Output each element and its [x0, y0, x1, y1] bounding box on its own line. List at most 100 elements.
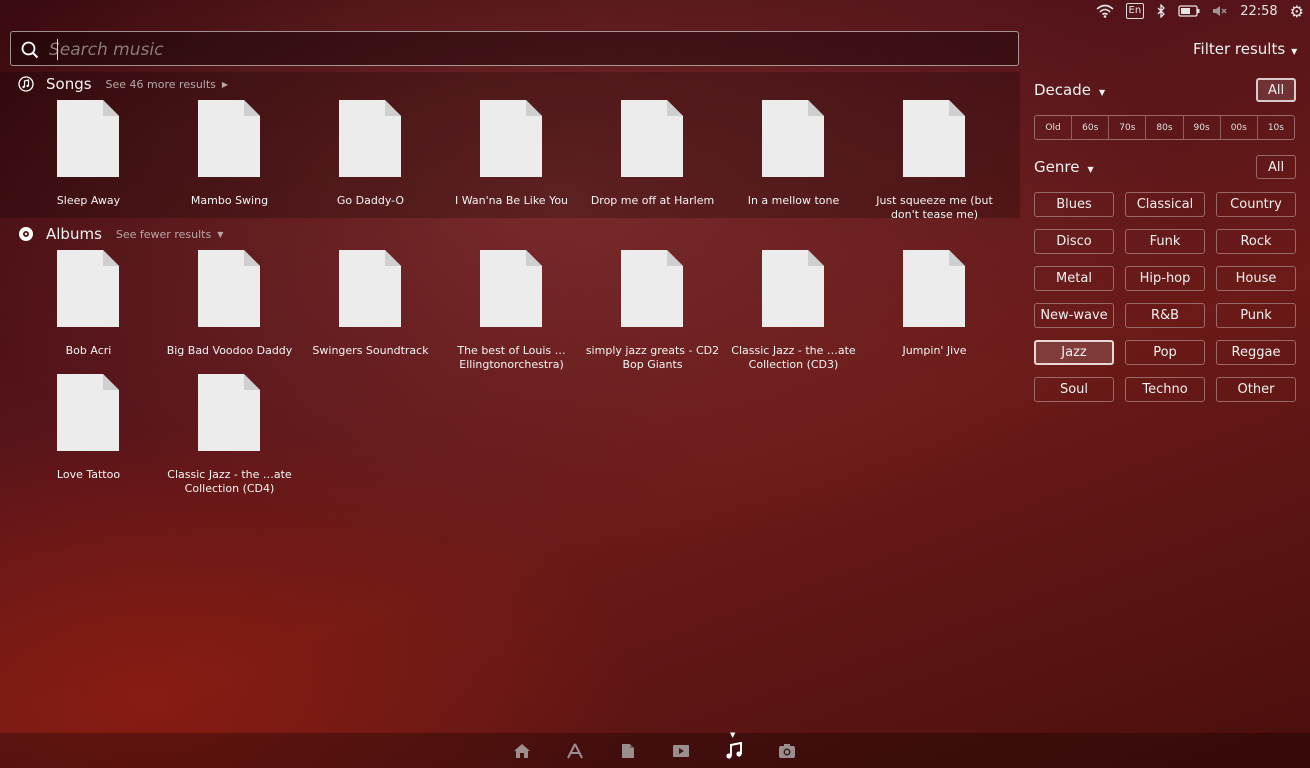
song-title: Just squeeze me (but don't tease me): [876, 194, 993, 221]
genre-option[interactable]: Funk: [1125, 229, 1205, 254]
decade-option[interactable]: 80s: [1146, 116, 1184, 139]
file-icon: [480, 100, 542, 177]
music-note-icon: [18, 76, 34, 92]
genre-option[interactable]: Classical: [1125, 192, 1205, 217]
dropdown-arrow-icon: ▼: [1087, 165, 1094, 174]
battery-icon[interactable]: [1178, 5, 1200, 17]
genre-option[interactable]: Punk: [1216, 303, 1296, 328]
genre-option[interactable]: Reggae: [1216, 340, 1296, 365]
song-title: Drop me off at Harlem: [590, 194, 715, 207]
file-icon: [621, 100, 683, 177]
decade-option[interactable]: 00s: [1221, 116, 1258, 139]
file-icon: [762, 250, 824, 327]
genre-option[interactable]: Disco: [1034, 229, 1114, 254]
video-icon[interactable]: [672, 742, 690, 760]
album-title: The best of Louis … Ellingtonorchestra): [457, 344, 566, 371]
bluetooth-icon[interactable]: [1156, 4, 1166, 18]
decade-option[interactable]: 90s: [1184, 116, 1221, 139]
decade-option[interactable]: 60s: [1072, 116, 1110, 139]
file-icon: [198, 374, 260, 451]
files-icon[interactable]: [619, 742, 637, 760]
decade-option[interactable]: 70s: [1109, 116, 1147, 139]
disc-icon: [18, 226, 34, 242]
search-input[interactable]: [47, 36, 1011, 64]
wifi-icon[interactable]: [1096, 4, 1114, 18]
genre-option[interactable]: Blues: [1034, 192, 1114, 217]
file-icon: [198, 100, 260, 177]
file-icon: [57, 374, 119, 451]
genre-option[interactable]: House: [1216, 266, 1296, 291]
file-icon: [198, 250, 260, 327]
dropdown-arrow-icon: ▼: [1291, 47, 1298, 56]
file-icon: [339, 100, 401, 177]
search-icon: [21, 41, 39, 59]
albums-title: Albums: [46, 225, 102, 243]
gear-icon[interactable]: ⚙: [1290, 2, 1304, 21]
home-icon[interactable]: [513, 742, 531, 760]
song-title: Mambo Swing: [190, 194, 269, 207]
filter-results-label: Filter results: [1193, 40, 1286, 58]
file-icon: [621, 250, 683, 327]
genre-option[interactable]: Country: [1216, 192, 1296, 217]
genre-option[interactable]: New-wave: [1034, 303, 1114, 328]
see-fewer-results-link[interactable]: See fewer results: [116, 228, 211, 241]
genre-option[interactable]: R&B: [1125, 303, 1205, 328]
genre-filter-label[interactable]: Genre ▼: [1034, 158, 1094, 176]
album-title: Love Tattoo: [56, 468, 121, 481]
expand-arrow-icon[interactable]: ▶: [222, 80, 228, 89]
filter-results-toggle[interactable]: Filter results ▼: [1193, 40, 1297, 58]
genre-option[interactable]: Metal: [1034, 266, 1114, 291]
see-more-results-link[interactable]: See 46 more results: [106, 78, 216, 91]
album-title: Bob Acri: [65, 344, 112, 357]
file-icon: [762, 100, 824, 177]
album-title: Classic Jazz - the …ate Collection (CD4): [167, 468, 292, 495]
genre-label: Genre: [1034, 158, 1080, 176]
collapse-arrow-icon[interactable]: ▼: [217, 230, 223, 239]
genre-option[interactable]: Rock: [1216, 229, 1296, 254]
file-icon: [903, 250, 965, 327]
dropdown-arrow-icon: ▼: [1098, 88, 1106, 97]
song-title: I Wan'na Be Like You: [454, 194, 569, 207]
genre-all-button[interactable]: All: [1256, 155, 1296, 179]
file-icon: [480, 250, 542, 327]
file-icon: [339, 250, 401, 327]
active-lens-indicator: ▼: [730, 731, 736, 739]
file-icon: [57, 250, 119, 327]
genre-option[interactable]: Other: [1216, 377, 1296, 402]
album-title: Big Bad Voodoo Daddy: [166, 344, 293, 357]
song-title: Go Daddy-O: [336, 194, 405, 207]
genre-option[interactable]: Hip-hop: [1125, 266, 1205, 291]
top-panel: En 22:58 ⚙: [0, 0, 1310, 22]
lens-bar: ▼: [0, 731, 1310, 768]
decade-option[interactable]: Old: [1035, 116, 1073, 139]
song-title: Sleep Away: [56, 194, 121, 207]
decade-filter-label[interactable]: Decade ▼: [1034, 81, 1105, 99]
decade-all-button[interactable]: All: [1256, 78, 1296, 102]
decade-option[interactable]: 10s: [1258, 116, 1294, 139]
album-title: simply jazz greats - CD2 Bop Giants: [585, 344, 720, 371]
genre-option[interactable]: Soul: [1034, 377, 1114, 402]
genre-option-selected[interactable]: Jazz: [1034, 340, 1114, 365]
songs-category-header: Songs See 46 more results ▶: [18, 73, 228, 95]
clock[interactable]: 22:58: [1240, 4, 1277, 19]
keyboard-layout-indicator[interactable]: En: [1125, 3, 1145, 19]
album-title: Jumpin' Jive: [902, 344, 967, 357]
album-title: Swingers Soundtrack: [312, 344, 429, 357]
photos-icon[interactable]: [778, 742, 796, 760]
song-title: In a mellow tone: [747, 194, 840, 207]
search-bar: [10, 31, 1019, 66]
volume-muted-icon[interactable]: [1212, 5, 1228, 17]
applications-icon[interactable]: [566, 742, 584, 760]
decade-label: Decade: [1034, 81, 1091, 99]
albums-category-header: Albums See fewer results ▼: [18, 223, 223, 245]
decade-selector: Old 60s 70s 80s 90s 00s 10s: [1034, 115, 1295, 140]
genre-option[interactable]: Techno: [1125, 377, 1205, 402]
file-icon: [903, 100, 965, 177]
music-icon[interactable]: [725, 742, 743, 760]
indicator-area: En 22:58 ⚙: [1096, 0, 1310, 22]
album-title: Classic Jazz - the …ate Collection (CD3): [731, 344, 856, 371]
text-caret: [57, 39, 58, 60]
songs-title: Songs: [46, 75, 92, 93]
file-icon: [57, 100, 119, 177]
genre-option[interactable]: Pop: [1125, 340, 1205, 365]
